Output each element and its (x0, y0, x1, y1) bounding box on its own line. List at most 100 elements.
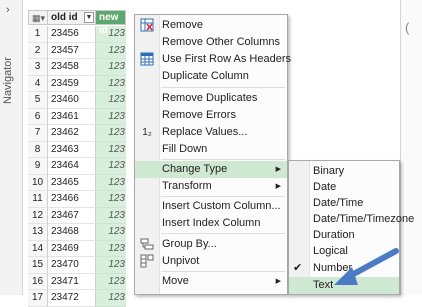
table-row[interactable]: 4 23459 123 (28, 75, 140, 92)
cell-old-id[interactable]: 23465 (48, 174, 96, 191)
cell-new-id[interactable]: 123 (96, 174, 126, 191)
table-menu-button[interactable]: ▦▾ (28, 10, 48, 25)
menu-item-unpivot[interactable]: Unpivot (135, 253, 287, 270)
cell-new-id[interactable]: 123 (96, 75, 126, 92)
row-number: 12 (28, 207, 48, 224)
cell-new-id[interactable]: 123 (96, 158, 126, 175)
table-row[interactable]: 3 23458 123 (28, 59, 140, 76)
menu-separator (161, 159, 285, 160)
table-row[interactable]: 6 23461 123 (28, 108, 140, 125)
table-row[interactable]: 14 23469 123 (28, 240, 140, 257)
menu-item-insert-custom-column[interactable]: Insert Custom Column... (135, 198, 287, 215)
table-row[interactable]: 8 23463 123 (28, 141, 140, 158)
table-row[interactable]: 12 23467 123 (28, 207, 140, 224)
group-by-icon (139, 237, 155, 252)
menu-separator (161, 271, 285, 272)
type-datetimezone[interactable]: Date/Time/Timezone (289, 211, 414, 228)
filter-dropdown-icon[interactable]: ▼ (84, 12, 94, 23)
table-row[interactable]: 15 23470 123 (28, 257, 140, 274)
cell-new-id[interactable]: 123 (96, 273, 126, 290)
cell-old-id[interactable]: 23468 (48, 224, 96, 241)
cell-old-id[interactable]: 23459 (48, 75, 96, 92)
cell-old-id[interactable]: 23472 (48, 290, 96, 307)
column-header-old-id[interactable]: old id ▼ (48, 10, 96, 25)
type-datetime[interactable]: Date/Time (289, 195, 399, 212)
menu-item-fill-down[interactable]: Fill Down (135, 141, 287, 158)
cell-new-id[interactable]: 123 (96, 224, 126, 241)
column-header-new-id[interactable]: new id (96, 10, 126, 36)
row-number: 17 (28, 290, 48, 307)
row-number: 3 (28, 59, 48, 76)
menu-item-group-by[interactable]: Group By... (135, 236, 287, 253)
menu-item-remove[interactable]: Remove (135, 17, 287, 34)
cell-old-id[interactable]: 23457 (48, 42, 96, 59)
row-number: 2 (28, 42, 48, 59)
table-row[interactable]: 10 23465 123 (28, 174, 140, 191)
table-row[interactable]: 2 23457 123 (28, 42, 140, 59)
menu-item-cutoff[interactable] (135, 290, 287, 296)
cell-old-id[interactable]: 23464 (48, 158, 96, 175)
table-row[interactable]: 17 23472 123 (28, 290, 140, 307)
type-duration[interactable]: Duration (289, 227, 399, 244)
row-number: 13 (28, 224, 48, 241)
cell-new-id[interactable]: 123 (96, 92, 126, 109)
menu-separator (161, 87, 285, 88)
menu-item-move[interactable]: Move ▶ (135, 273, 287, 290)
cell-old-id[interactable]: 23467 (48, 207, 96, 224)
menu-item-replace-values[interactable]: 1₂ Replace Values... (135, 124, 287, 141)
cell-old-id[interactable]: 23463 (48, 141, 96, 158)
table-row[interactable]: 9 23464 123 (28, 158, 140, 175)
menu-item-transform[interactable]: Transform ▶ (135, 178, 287, 195)
table-row[interactable]: 7 23462 123 (28, 125, 140, 142)
table-row[interactable]: 11 23466 123 (28, 191, 140, 208)
cell-new-id[interactable]: 123 (96, 42, 126, 59)
cell-old-id[interactable]: 23461 (48, 108, 96, 125)
table-row[interactable]: 1 23456 123 (28, 26, 140, 43)
column-context-menu: Remove Remove Other Columns Use First Ro… (134, 14, 291, 296)
cell-new-id[interactable]: 123 (96, 257, 126, 274)
menu-item-use-first-row-as-headers[interactable]: Use First Row As Headers (135, 51, 291, 68)
cell-new-id[interactable]: 123 (96, 108, 126, 125)
menu-item-remove-duplicates[interactable]: Remove Duplicates (135, 90, 287, 107)
row-number: 5 (28, 92, 48, 109)
table-row[interactable]: 16 23471 123 (28, 273, 140, 290)
table-row[interactable]: 13 23468 123 (28, 224, 140, 241)
type-binary[interactable]: Binary (289, 163, 399, 180)
cell-old-id[interactable]: 23466 (48, 191, 96, 208)
row-number: 10 (28, 174, 48, 191)
row-number: 8 (28, 141, 48, 158)
cell-old-id[interactable]: 23460 (48, 92, 96, 109)
column-header-label: old id (51, 12, 78, 23)
annotation-arrow-icon (334, 248, 399, 285)
type-date[interactable]: Date (289, 179, 399, 196)
expand-chevron-icon[interactable]: › (6, 4, 10, 16)
cell-new-id[interactable]: 123 (96, 59, 126, 76)
menu-separator (161, 233, 285, 234)
cell-old-id[interactable]: 23471 (48, 273, 96, 290)
menu-item-change-type[interactable]: Change Type ▶ (135, 161, 287, 178)
menu-item-remove-errors[interactable]: Remove Errors (135, 107, 287, 124)
cell-old-id[interactable]: 23456 (48, 26, 96, 43)
cell-old-id[interactable]: 23469 (48, 240, 96, 257)
navigator-pane[interactable]: › Navigator (0, 0, 23, 295)
cell-new-id[interactable]: 123 (96, 240, 126, 257)
menu-item-remove-other-columns[interactable]: Remove Other Columns (135, 34, 287, 51)
cell-old-id[interactable]: 23462 (48, 125, 96, 142)
cell-new-id[interactable]: 123 (96, 207, 126, 224)
table-row[interactable]: 5 23460 123 (28, 92, 140, 109)
cell-old-id[interactable]: 23470 (48, 257, 96, 274)
submenu-arrow-icon: ▶ (275, 166, 281, 173)
remove-column-icon (139, 18, 155, 33)
menu-item-duplicate-column[interactable]: Duplicate Column (135, 68, 287, 85)
row-number: 16 (28, 273, 48, 290)
row-number: 1 (28, 26, 48, 43)
row-number: 11 (28, 191, 48, 208)
replace-values-icon: 1₂ (142, 127, 152, 138)
cell-new-id[interactable]: 123 (96, 125, 126, 142)
data-grid: ▦▾ old id ▼ new id 1 23456 123 2 23457 123 3 23… (28, 10, 140, 307)
cell-new-id[interactable]: 123 (96, 141, 126, 158)
cell-old-id[interactable]: 23458 (48, 59, 96, 76)
cell-new-id[interactable]: 123 (96, 290, 126, 307)
menu-item-insert-index-column[interactable]: Insert Index Column (135, 215, 287, 232)
cell-new-id[interactable]: 123 (96, 191, 126, 208)
